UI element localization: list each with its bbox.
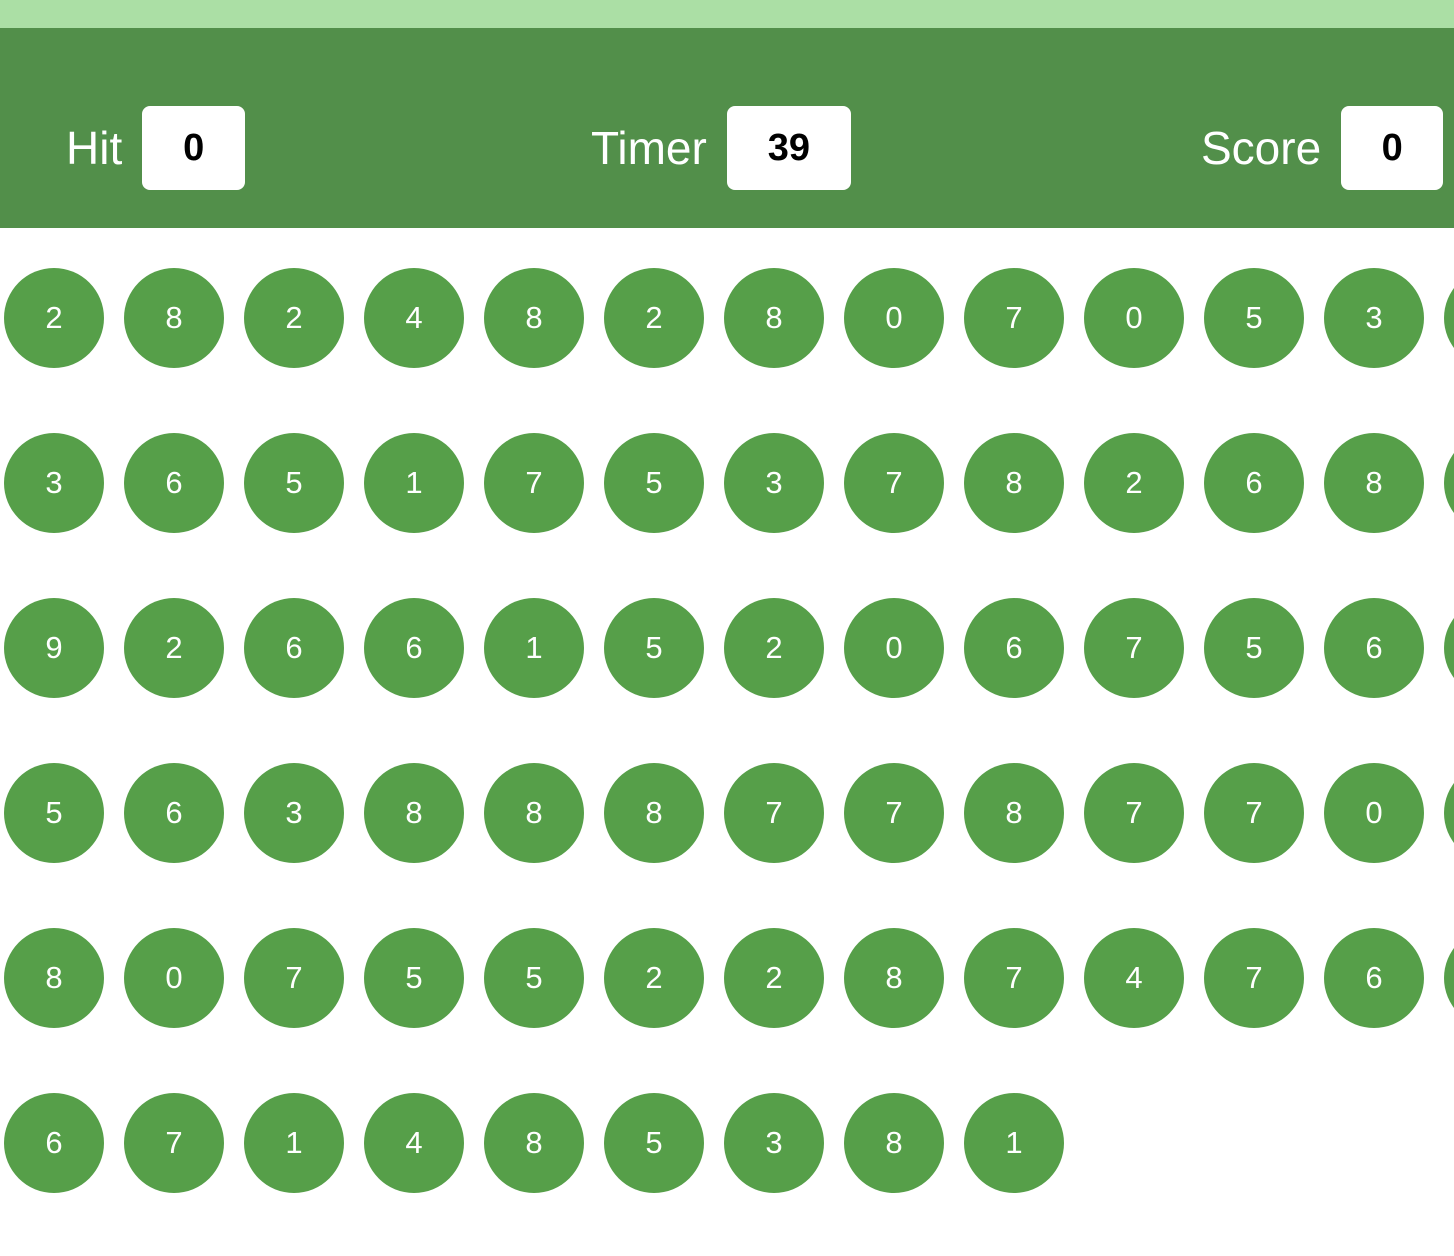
number-bubble[interactable]: 8 xyxy=(124,268,224,368)
hit-value: 0 xyxy=(142,106,246,190)
number-bubble[interactable]: 0 xyxy=(124,928,224,1028)
number-bubble[interactable]: 8 xyxy=(844,1093,944,1193)
bubble-board: 2824828070533651753782689266152067565638… xyxy=(0,228,1454,1256)
number-bubble[interactable]: 7 xyxy=(844,763,944,863)
number-bubble[interactable]: 6 xyxy=(4,1093,104,1193)
number-bubble[interactable]: 7 xyxy=(964,928,1064,1028)
number-bubble[interactable]: 5 xyxy=(1204,598,1304,698)
number-bubble[interactable]: 5 xyxy=(484,928,584,1028)
number-bubble[interactable]: 3 xyxy=(1324,268,1424,368)
score-value: 0 xyxy=(1341,106,1444,190)
number-bubble[interactable]: 0 xyxy=(844,598,944,698)
number-bubble[interactable]: 2 xyxy=(604,268,704,368)
number-bubble[interactable]: 8 xyxy=(1324,433,1424,533)
number-bubble[interactable]: 2 xyxy=(724,598,824,698)
number-bubble[interactable]: 7 xyxy=(964,268,1064,368)
score-label: Score xyxy=(1201,122,1322,174)
number-bubble[interactable]: 8 xyxy=(484,268,584,368)
number-bubble[interactable]: 7 xyxy=(1084,763,1184,863)
hit-label: Hit xyxy=(66,122,123,174)
number-bubble[interactable] xyxy=(1444,928,1454,1028)
number-bubble[interactable]: 5 xyxy=(244,433,344,533)
number-bubble[interactable]: 5 xyxy=(604,598,704,698)
number-bubble[interactable]: 6 xyxy=(964,598,1064,698)
number-bubble[interactable]: 0 xyxy=(1324,763,1424,863)
hit-stat: Hit 0 xyxy=(66,106,246,190)
number-bubble[interactable]: 2 xyxy=(4,268,104,368)
number-bubble[interactable]: 8 xyxy=(364,763,464,863)
number-bubble[interactable] xyxy=(1444,598,1454,698)
number-bubble[interactable]: 2 xyxy=(124,598,224,698)
number-bubble[interactable]: 1 xyxy=(364,433,464,533)
number-bubble[interactable] xyxy=(1444,268,1454,368)
number-bubble[interactable]: 6 xyxy=(1324,598,1424,698)
timer-stat: Timer 39 xyxy=(591,106,851,190)
number-bubble[interactable]: 8 xyxy=(724,268,824,368)
number-bubble[interactable]: 3 xyxy=(244,763,344,863)
top-strip xyxy=(0,0,1454,28)
number-bubble[interactable]: 6 xyxy=(1204,433,1304,533)
number-bubble[interactable]: 1 xyxy=(244,1093,344,1193)
number-bubble[interactable]: 5 xyxy=(364,928,464,1028)
number-bubble[interactable] xyxy=(1444,763,1454,863)
number-bubble[interactable]: 1 xyxy=(484,598,584,698)
number-bubble[interactable]: 7 xyxy=(124,1093,224,1193)
number-bubble[interactable]: 3 xyxy=(4,433,104,533)
number-bubble[interactable]: 8 xyxy=(964,763,1064,863)
number-bubble[interactable]: 6 xyxy=(1324,928,1424,1028)
number-bubble[interactable]: 1 xyxy=(964,1093,1064,1193)
score-stat: Score 0 xyxy=(1201,106,1444,190)
number-bubble[interactable]: 0 xyxy=(1084,268,1184,368)
number-bubble[interactable]: 7 xyxy=(724,763,824,863)
timer-value: 39 xyxy=(726,106,851,190)
number-bubble[interactable] xyxy=(1444,433,1454,533)
number-bubble[interactable]: 0 xyxy=(844,268,944,368)
number-bubble[interactable]: 7 xyxy=(1204,928,1304,1028)
timer-label: Timer xyxy=(591,122,707,174)
number-bubble[interactable]: 7 xyxy=(1204,763,1304,863)
number-bubble[interactable]: 8 xyxy=(484,1093,584,1193)
number-bubble[interactable]: 9 xyxy=(4,598,104,698)
number-bubble[interactable]: 2 xyxy=(724,928,824,1028)
number-bubble[interactable]: 8 xyxy=(484,763,584,863)
number-bubble[interactable]: 4 xyxy=(364,268,464,368)
number-bubble[interactable]: 8 xyxy=(964,433,1064,533)
number-bubble[interactable]: 5 xyxy=(1204,268,1304,368)
game-header: Hit 0 Timer 39 Score 0 xyxy=(0,28,1454,228)
number-bubble[interactable]: 6 xyxy=(124,433,224,533)
number-bubble[interactable]: 7 xyxy=(844,433,944,533)
number-bubble[interactable]: 8 xyxy=(844,928,944,1028)
number-bubble[interactable]: 5 xyxy=(604,433,704,533)
number-bubble[interactable]: 3 xyxy=(724,433,824,533)
number-bubble[interactable]: 8 xyxy=(604,763,704,863)
number-bubble[interactable]: 5 xyxy=(604,1093,704,1193)
number-bubble[interactable]: 7 xyxy=(244,928,344,1028)
number-bubble[interactable]: 6 xyxy=(244,598,344,698)
number-bubble[interactable]: 6 xyxy=(364,598,464,698)
number-bubble[interactable]: 5 xyxy=(4,763,104,863)
number-bubble[interactable]: 3 xyxy=(724,1093,824,1193)
number-bubble[interactable]: 7 xyxy=(1084,598,1184,698)
number-bubble[interactable]: 2 xyxy=(604,928,704,1028)
number-bubble[interactable]: 2 xyxy=(244,268,344,368)
number-bubble[interactable]: 6 xyxy=(124,763,224,863)
number-bubble[interactable]: 2 xyxy=(1084,433,1184,533)
number-bubble[interactable]: 4 xyxy=(1084,928,1184,1028)
number-bubble[interactable]: 4 xyxy=(364,1093,464,1193)
number-bubble[interactable]: 8 xyxy=(4,928,104,1028)
number-bubble[interactable]: 7 xyxy=(484,433,584,533)
